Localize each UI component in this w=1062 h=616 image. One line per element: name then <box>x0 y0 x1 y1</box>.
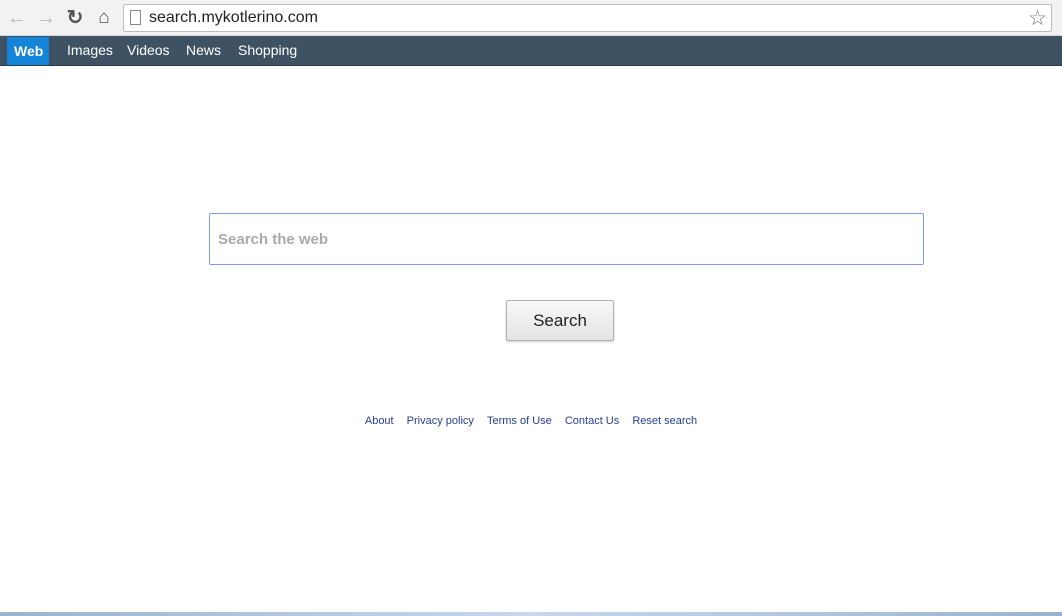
tab-shopping[interactable]: Shopping <box>231 36 304 64</box>
page-icon <box>130 10 141 25</box>
reload-icon[interactable]: ↻ <box>63 6 87 30</box>
contact-us-link[interactable]: Contact Us <box>565 415 619 427</box>
url-text[interactable]: search.mykotlerino.com <box>149 9 318 27</box>
search-button[interactable]: Search <box>506 300 614 341</box>
forward-arrow-icon[interactable]: → <box>34 6 58 30</box>
tab-videos[interactable]: Videos <box>120 36 177 64</box>
privacy-policy-link[interactable]: Privacy policy <box>407 415 474 427</box>
tab-images[interactable]: Images <box>60 36 120 64</box>
search-nav: Web Images Videos News Shopping <box>0 36 1062 66</box>
home-icon[interactable]: ⌂ <box>92 6 116 30</box>
browser-toolbar: ← → ↻ ⌂ search.mykotlerino.com ☆ <box>0 0 1062 36</box>
taskbar-edge <box>0 612 1062 616</box>
star-icon[interactable]: ☆ <box>1028 6 1047 31</box>
tab-news[interactable]: News <box>179 36 228 64</box>
search-input[interactable] <box>209 213 924 265</box>
reset-search-link[interactable]: Reset search <box>632 415 697 427</box>
terms-of-use-link[interactable]: Terms of Use <box>487 415 552 427</box>
tab-web[interactable]: Web <box>7 37 49 65</box>
back-arrow-icon[interactable]: ← <box>5 6 29 30</box>
footer-links: About Privacy policy Terms of Use Contac… <box>0 415 1062 427</box>
address-bar[interactable]: search.mykotlerino.com ☆ <box>123 4 1052 32</box>
about-link[interactable]: About <box>365 415 394 427</box>
